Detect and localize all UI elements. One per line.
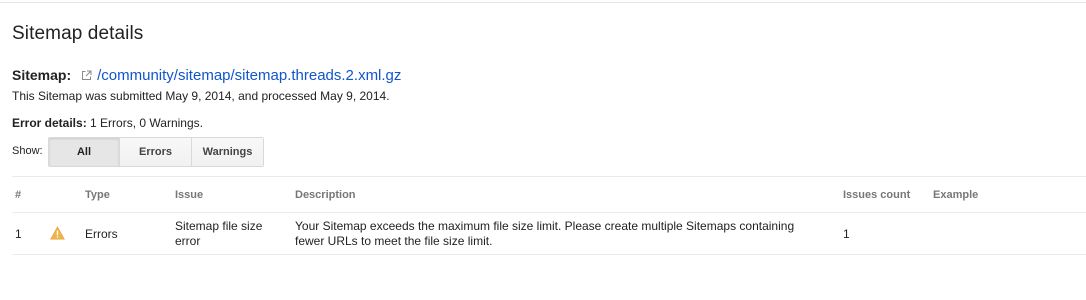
row-description-line1: Your Sitemap exceeds the maximum file si… <box>295 219 795 233</box>
col-header-index: # <box>15 189 22 201</box>
filter-errors-button[interactable]: Errors <box>120 138 192 166</box>
row-issue-line2: error <box>175 234 201 248</box>
col-header-example[interactable]: Example <box>933 189 978 201</box>
page-title: Sitemap details <box>12 23 144 44</box>
row-type: Errors <box>85 227 118 241</box>
filter-all-button[interactable]: All <box>49 138 120 166</box>
sitemap-path-link[interactable]: /community/sitemap/sitemap.threads.2.xml… <box>97 67 401 84</box>
row-description: Your Sitemap exceeds the maximum file si… <box>295 219 794 249</box>
show-label: Show: <box>12 145 43 157</box>
error-details-label: Error details: <box>12 116 87 130</box>
row-issue-line1: Sitemap file size <box>175 219 263 233</box>
row-issues-count: 1 <box>843 227 850 241</box>
row-description-line2: fewer URLs to meet the file size limit. <box>295 234 493 248</box>
sitemap-label: Sitemap: <box>12 67 72 83</box>
top-divider <box>0 2 1086 3</box>
error-details-summary: 1 Errors, 0 Warnings. <box>90 116 203 130</box>
filter-warnings-button[interactable]: Warnings <box>192 138 263 166</box>
col-header-issue[interactable]: Issue <box>175 189 203 201</box>
row-index: 1 <box>15 227 22 241</box>
sitemap-line: Sitemap: /community/sitemap/sitemap.thre… <box>12 65 401 85</box>
header-divider <box>12 212 1086 213</box>
external-link-icon[interactable] <box>81 70 92 81</box>
col-header-type[interactable]: Type <box>85 189 110 201</box>
error-details: Error details: 1 Errors, 0 Warnings. <box>12 116 203 130</box>
col-header-issues-count[interactable]: Issues count <box>843 189 910 201</box>
filter-segmented-control: All Errors Warnings <box>48 137 264 167</box>
col-header-description[interactable]: Description <box>295 189 356 201</box>
submitted-text: This Sitemap was submitted May 9, 2014, … <box>12 89 390 103</box>
row-divider <box>12 254 1086 255</box>
table-top-divider <box>12 176 1086 177</box>
warning-icon <box>50 226 65 240</box>
row-issue: Sitemap file size error <box>175 219 262 249</box>
